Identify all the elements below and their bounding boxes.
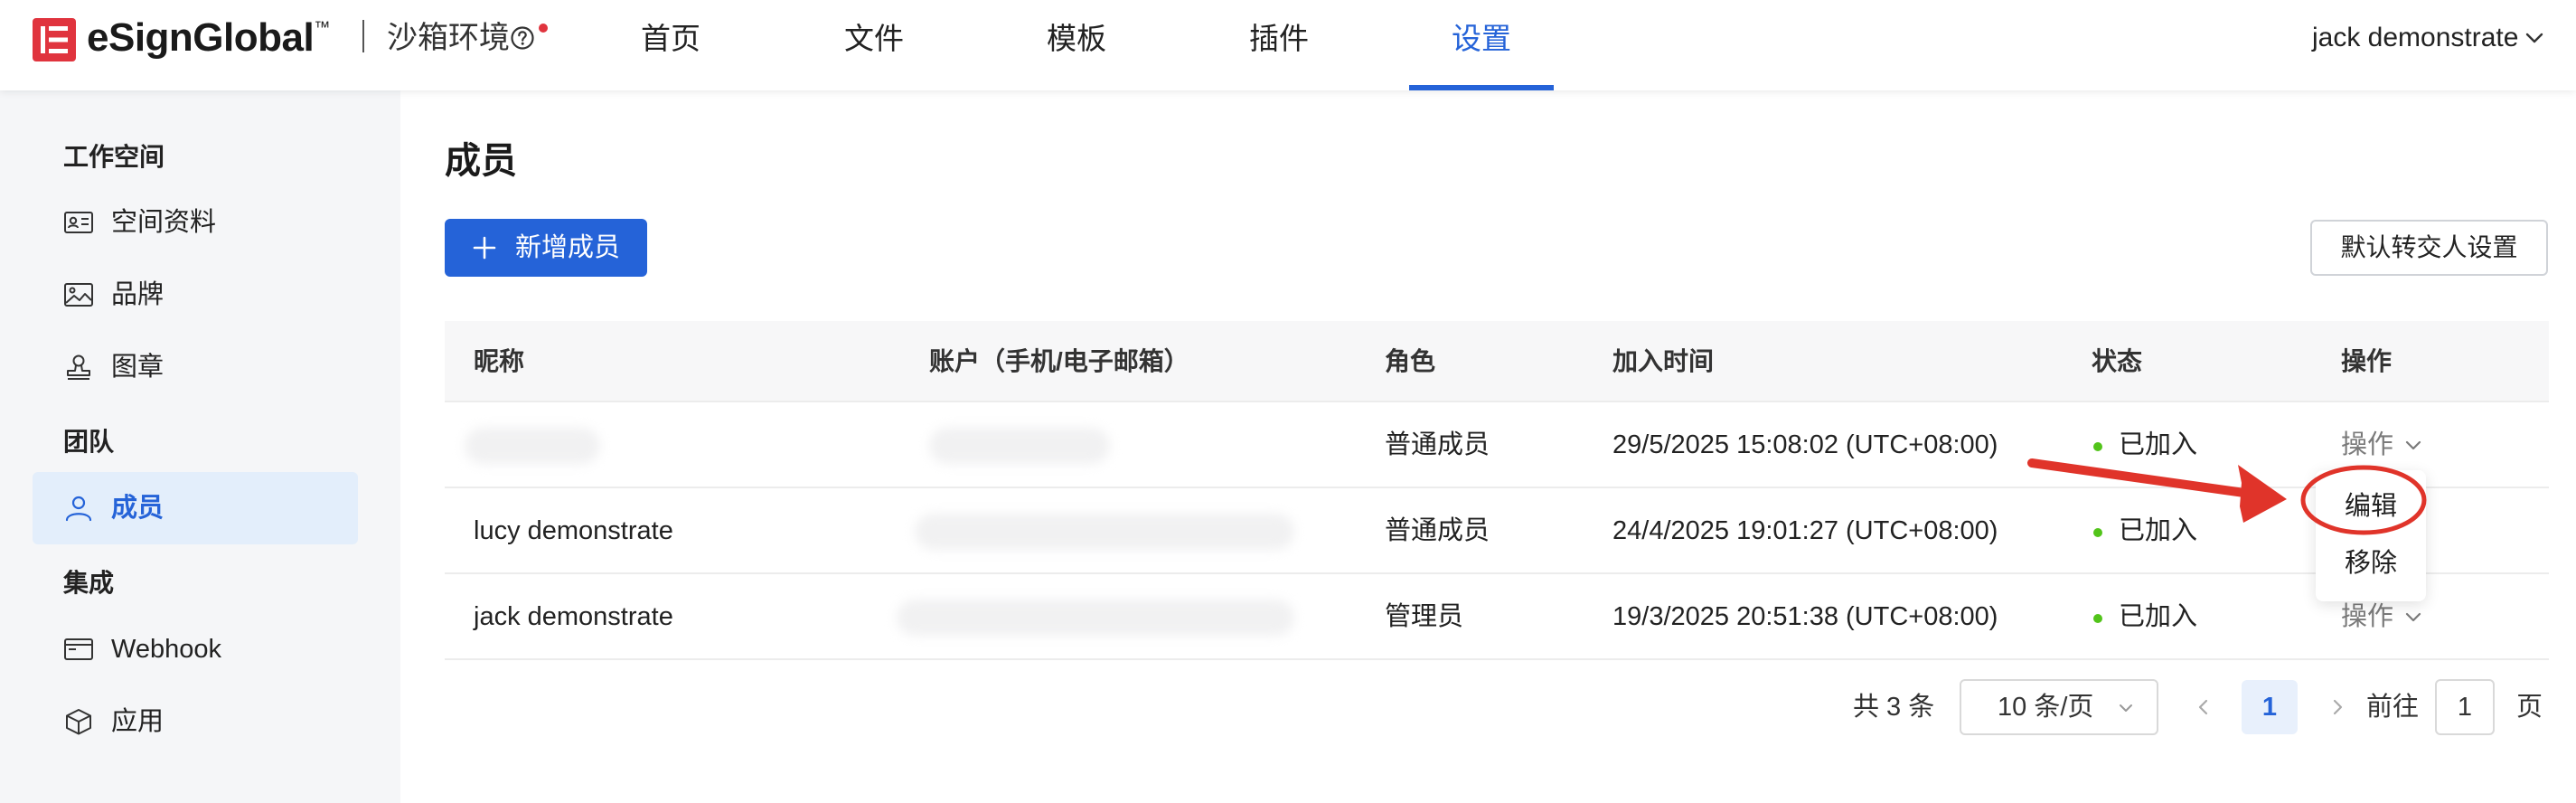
page-size-value: 10 条/页 xyxy=(1998,693,2094,722)
tab-templates[interactable]: 模板 xyxy=(1029,0,1123,90)
add-member-label: 新增成员 xyxy=(515,233,621,262)
user-icon xyxy=(63,494,94,523)
edit-menu-item[interactable]: 编辑 xyxy=(2316,479,2426,534)
table-row: lucy demonstrate 普通成员 24/4/2025 19:01:27… xyxy=(445,488,2549,574)
sidebar-item-label: 空间资料 xyxy=(111,208,217,237)
image-icon xyxy=(63,280,94,309)
logo-divider xyxy=(362,20,364,52)
chevron-down-icon[interactable] xyxy=(2404,610,2422,625)
column-header-role: 角色 xyxy=(1385,347,1436,375)
user-menu[interactable]: jack demonstrate xyxy=(2312,18,2518,58)
chevron-down-icon[interactable] xyxy=(2524,29,2545,47)
brand-name: eSignGlobal™ xyxy=(87,15,330,60)
goto-page-input[interactable] xyxy=(2435,679,2495,735)
add-member-button[interactable]: 新增成员 xyxy=(445,219,647,277)
top-navbar: eSignGlobal™ 沙箱环境 首页 文件 模板 插件 设置 jack de… xyxy=(0,0,2576,90)
sidebar-item-brand[interactable]: 品牌 xyxy=(33,259,358,331)
cell-role: 普通成员 xyxy=(1385,516,1490,545)
tab-plugins[interactable]: 插件 xyxy=(1232,0,1326,90)
sidebar-item-members[interactable]: 成员 xyxy=(33,472,358,544)
goto-label: 前往 xyxy=(2366,693,2420,722)
section-integration: 集成 xyxy=(63,569,115,597)
section-team: 团队 xyxy=(63,428,115,456)
help-icon[interactable] xyxy=(510,25,535,51)
column-header-status: 状态 xyxy=(2092,347,2143,375)
tab-files[interactable]: 文件 xyxy=(827,0,921,90)
default-transfer-settings-button[interactable]: 默认转交人设置 xyxy=(2310,220,2548,276)
sidebar-item-label: 图章 xyxy=(111,353,165,382)
members-table-header: 昵称 账户（手机/电子邮箱） 角色 加入时间 状态 操作 xyxy=(445,321,2549,402)
redacted-account xyxy=(929,428,1110,464)
id-card-icon xyxy=(63,208,94,237)
row-actions-dropdown: 编辑 移除 xyxy=(2316,470,2426,601)
sidebar-item-space-profile[interactable]: 空间资料 xyxy=(33,186,358,259)
section-workspace: 工作空间 xyxy=(63,143,165,171)
plus-icon xyxy=(472,235,497,260)
sidebar-item-label: 应用 xyxy=(111,707,165,736)
environment-label: 沙箱环境 xyxy=(387,21,510,55)
redacted-account xyxy=(897,600,1294,636)
esignglobal-logo-icon xyxy=(33,18,76,61)
page-title: 成员 xyxy=(445,141,517,181)
sidebar-item-stamp[interactable]: 图章 xyxy=(33,331,358,403)
status-dot xyxy=(2093,528,2102,537)
redacted-nickname xyxy=(465,428,600,464)
page-suffix-label: 页 xyxy=(2516,693,2543,722)
status-dot xyxy=(2093,614,2102,623)
cell-role: 普通成员 xyxy=(1385,430,1490,459)
column-header-nickname: 昵称 xyxy=(474,347,525,375)
status-dot xyxy=(2093,442,2102,451)
column-header-account: 账户（手机/电子邮箱） xyxy=(929,347,1189,375)
sidebar-item-apps[interactable]: 应用 xyxy=(33,685,358,758)
notification-dot xyxy=(539,24,548,33)
tab-home[interactable]: 首页 xyxy=(624,0,718,90)
prev-page-icon[interactable] xyxy=(2193,694,2214,720)
sidebar-item-label: 成员 xyxy=(111,494,165,523)
cell-joined-time: 29/5/2025 15:08:02 (UTC+08:00) xyxy=(1612,430,1998,459)
remove-menu-item[interactable]: 移除 xyxy=(2316,536,2426,590)
cell-status: 已加入 xyxy=(2119,516,2198,545)
cell-nickname: jack demonstrate xyxy=(474,602,673,631)
cell-role: 管理员 xyxy=(1385,602,1464,631)
browser-window-icon xyxy=(63,635,94,664)
tab-settings[interactable]: 设置 xyxy=(1434,0,1528,90)
cell-joined-time: 19/3/2025 20:51:38 (UTC+08:00) xyxy=(1612,602,1998,631)
chevron-down-icon xyxy=(2117,701,2135,715)
column-header-joined: 加入时间 xyxy=(1612,347,1715,375)
cell-joined-time: 24/4/2025 19:01:27 (UTC+08:00) xyxy=(1612,516,1998,545)
cube-icon xyxy=(63,707,94,736)
active-tab-indicator xyxy=(1409,85,1554,90)
next-page-icon[interactable] xyxy=(2327,694,2348,720)
sidebar: 工作空间 空间资料 品牌 图章 团队 成员 集成 Webhook 应用 xyxy=(0,90,400,803)
page-size-select[interactable]: 10 条/页 xyxy=(1960,679,2158,735)
stamp-icon xyxy=(63,353,94,382)
chevron-down-icon[interactable] xyxy=(2404,439,2422,453)
cell-status: 已加入 xyxy=(2119,430,2198,459)
column-header-actions: 操作 xyxy=(2341,347,2393,375)
sidebar-item-label: Webhook xyxy=(111,635,221,664)
table-row: 普通成员 29/5/2025 15:08:02 (UTC+08:00) 已加入 … xyxy=(445,402,2549,488)
sidebar-item-webhook[interactable]: Webhook xyxy=(33,613,358,685)
redacted-account xyxy=(915,514,1294,550)
table-row: jack demonstrate 管理员 19/3/2025 20:51:38 … xyxy=(445,574,2549,660)
cell-status: 已加入 xyxy=(2119,602,2198,631)
cell-nickname: lucy demonstrate xyxy=(474,516,673,545)
page-number-current[interactable]: 1 xyxy=(2242,680,2298,734)
sidebar-item-label: 品牌 xyxy=(111,280,165,309)
pagination-total: 共 3 条 xyxy=(1853,693,1935,722)
